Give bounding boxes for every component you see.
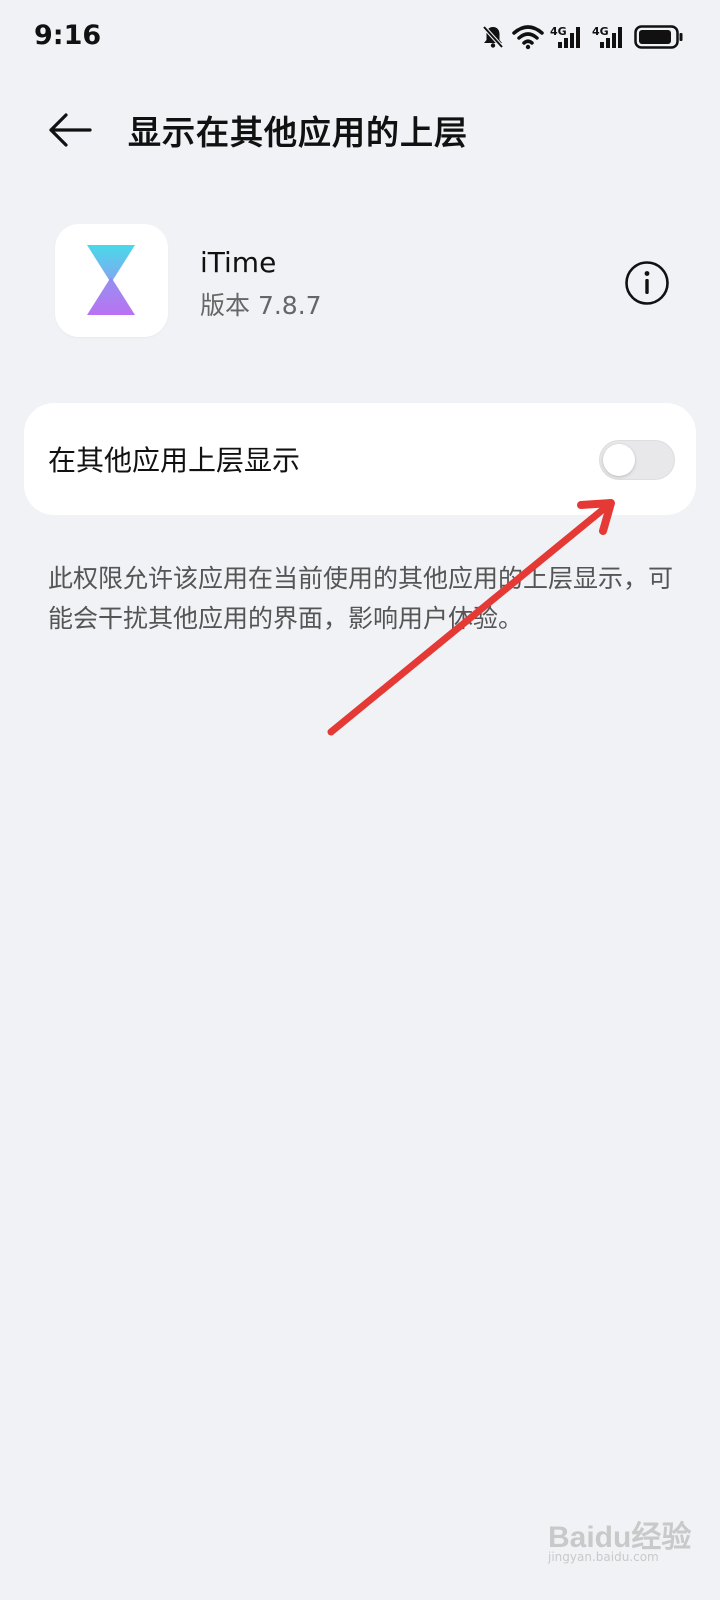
signal-4g-icon: 4G (550, 24, 586, 50)
overlay-permission-label: 在其他应用上层显示 (48, 444, 301, 477)
info-button[interactable] (624, 260, 670, 306)
status-bar: 9:16 4G 4G (0, 0, 720, 78)
app-name: iTime (200, 246, 277, 279)
network-label: 4G (592, 25, 609, 38)
bell-muted-icon (480, 24, 506, 50)
battery-icon (634, 24, 684, 50)
overlay-permission-card: 在其他应用上层显示 (24, 403, 696, 515)
signal-4g-icon: 4G (592, 24, 628, 50)
toggle-knob (603, 444, 635, 476)
hourglass-icon (87, 245, 135, 315)
overlay-permission-toggle[interactable] (599, 440, 675, 480)
status-time: 9:16 (34, 20, 102, 51)
app-icon (55, 224, 168, 337)
header: 显示在其他应用的上层 (0, 90, 720, 170)
watermark-url: jingyan.baidu.com (548, 1550, 659, 1564)
app-version: 版本 7.8.7 (200, 291, 322, 320)
arrow-left-icon (49, 113, 92, 147)
permission-description: 此权限允许该应用在当前使用的其他应用的上层显示，可能会干扰其他应用的界面，影响用… (48, 564, 674, 633)
baidu-watermark: Baidu经验 jingyan.baidu.com (548, 1508, 698, 1568)
back-button[interactable] (42, 108, 98, 152)
network-label: 4G (550, 25, 567, 38)
info-circle-icon (625, 261, 669, 305)
page-title: 显示在其他应用的上层 (128, 113, 468, 152)
status-icons: 4G 4G (480, 22, 684, 52)
wifi-icon (512, 24, 544, 50)
